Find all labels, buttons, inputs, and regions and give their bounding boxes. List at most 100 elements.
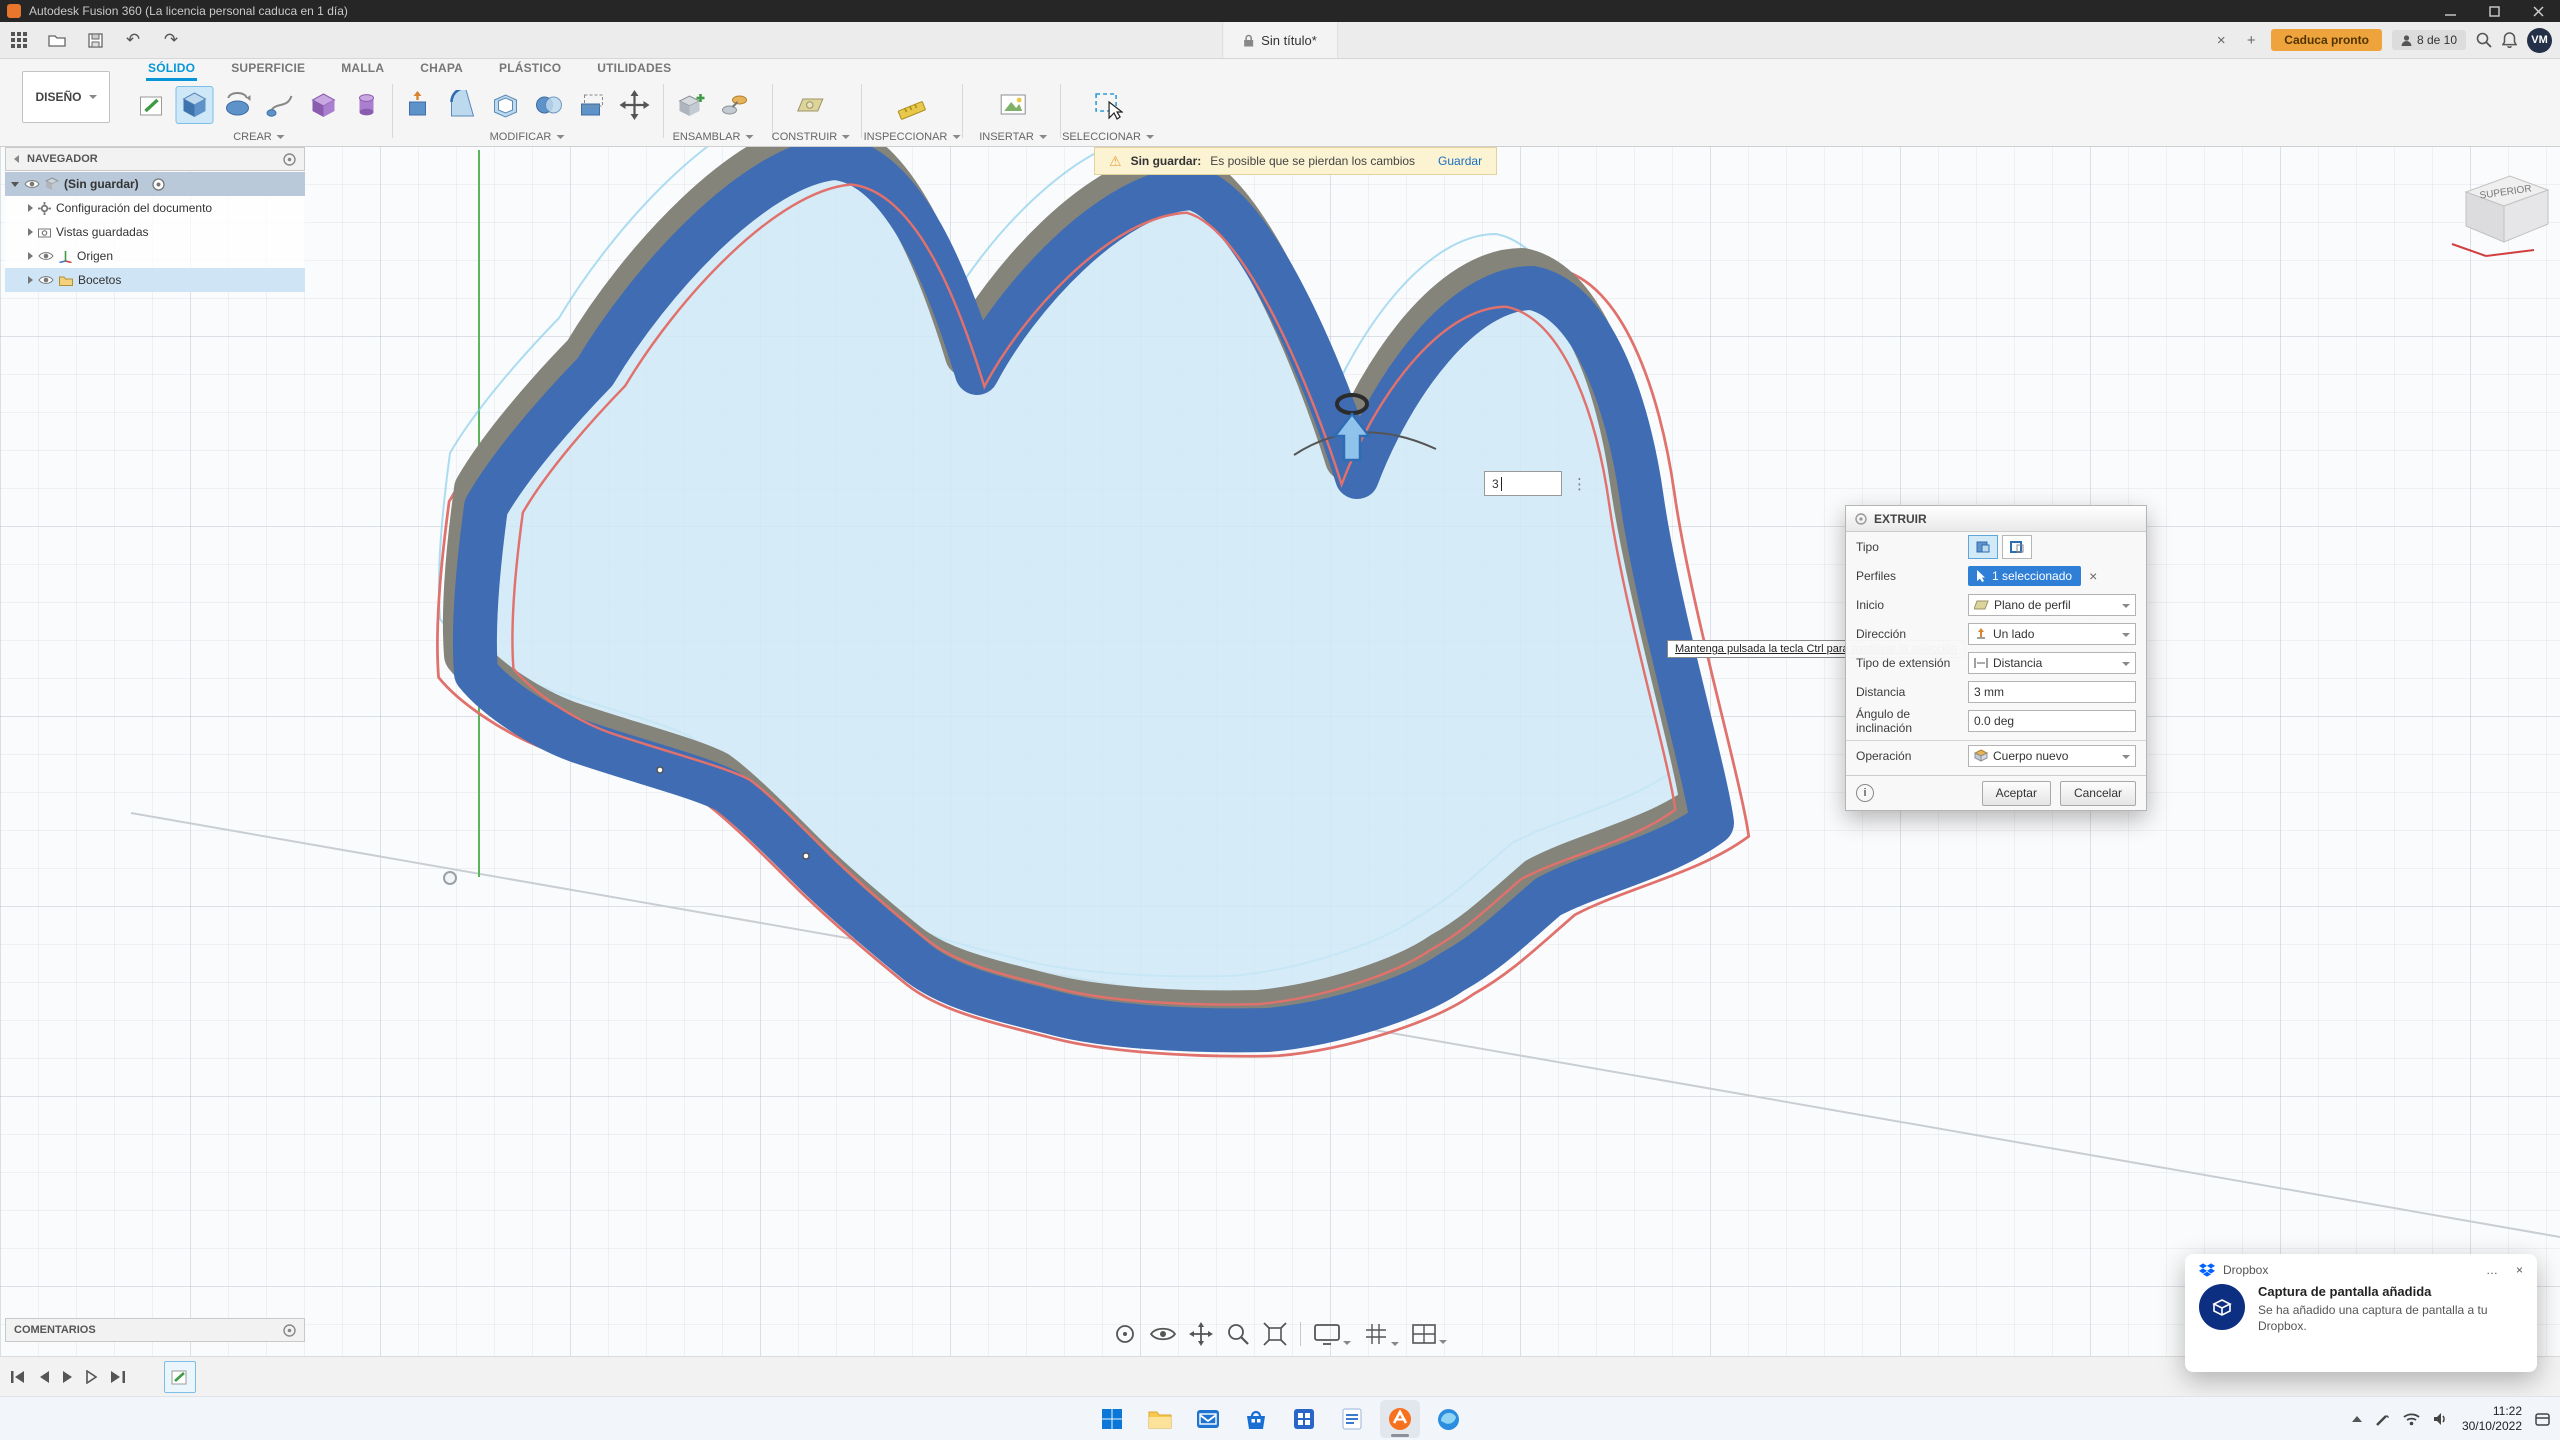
comments-header[interactable]: COMENTARIOS: [5, 1318, 305, 1342]
clear-selection-icon[interactable]: ×: [2089, 568, 2097, 584]
extrude-type-solid-button[interactable]: [1968, 535, 1998, 559]
look-at-icon[interactable]: [1150, 1325, 1176, 1343]
sketch-point[interactable]: [657, 767, 663, 773]
maximize-button[interactable]: [2472, 0, 2516, 22]
dropbox-notification[interactable]: Dropbox … × Captura de pantalla añadida …: [2185, 1254, 2537, 1372]
group-label-modificar[interactable]: MODIFICAR: [490, 131, 565, 143]
save-icon[interactable]: [81, 26, 109, 54]
document-tab[interactable]: Sin título*: [1222, 22, 1338, 58]
tab-chapa[interactable]: CHAPA: [418, 58, 465, 81]
timeline-sketch-feature[interactable]: [164, 1361, 196, 1393]
group-label-inspeccionar[interactable]: INSPECCIONAR: [864, 131, 961, 143]
quota-badge[interactable]: 8 de 10: [2392, 30, 2466, 50]
revolve-button[interactable]: [219, 86, 257, 124]
box-primitive-button[interactable]: [305, 86, 343, 124]
workspace-selector[interactable]: DISEÑO: [22, 71, 110, 123]
fillet-button[interactable]: [444, 86, 482, 124]
navigator-header[interactable]: NAVEGADOR: [5, 147, 305, 171]
eye-icon[interactable]: [38, 274, 54, 286]
tree-row-origin[interactable]: Origen: [5, 244, 305, 268]
timeline-play-button[interactable]: [62, 1370, 74, 1384]
timeline-step-forward-button[interactable]: [86, 1370, 98, 1384]
save-link[interactable]: Guardar: [1438, 154, 1482, 168]
timeline-skip-end-button[interactable]: [110, 1370, 126, 1384]
extrude-dialog-header[interactable]: EXTRUIR: [1846, 506, 2146, 532]
open-file-icon[interactable]: [43, 26, 71, 54]
group-label-insertar[interactable]: INSERTAR: [979, 131, 1047, 143]
redo-icon[interactable]: ↷: [157, 26, 185, 54]
timeline-skip-start-button[interactable]: [10, 1370, 26, 1384]
distance-input[interactable]: 3 mm: [1968, 681, 2136, 703]
tree-row-document[interactable]: (Sin guardar): [5, 172, 305, 196]
volume-icon[interactable]: [2433, 1412, 2449, 1426]
tab-malla[interactable]: MALLA: [339, 58, 386, 81]
expander-icon[interactable]: [28, 228, 33, 236]
office-app-icon[interactable]: [1284, 1400, 1324, 1438]
cancel-button[interactable]: Cancelar: [2060, 781, 2136, 806]
group-label-seleccionar[interactable]: SELECCIONAR: [1062, 131, 1154, 143]
eye-icon[interactable]: [38, 250, 54, 262]
wifi-icon[interactable]: [2403, 1413, 2420, 1426]
group-label-ensamblar[interactable]: ENSAMBLAR: [673, 131, 754, 143]
cylinder-primitive-button[interactable]: [348, 86, 386, 124]
offset-face-button[interactable]: [573, 86, 611, 124]
expander-icon[interactable]: [28, 276, 33, 284]
operation-dropdown[interactable]: Cuerpo nuevo: [1968, 745, 2136, 767]
close-tab-icon[interactable]: ×: [2211, 32, 2231, 49]
display-settings-icon[interactable]: [1314, 1323, 1351, 1345]
distance-value-input[interactable]: 3: [1484, 471, 1562, 496]
taskbar-clock[interactable]: 11:22 30/10/2022: [2462, 1404, 2522, 1434]
tab-utilidades[interactable]: UTILIDADES: [595, 58, 673, 81]
group-label-construir[interactable]: CONSTRUIR: [772, 131, 850, 143]
panel-settings-icon[interactable]: [283, 153, 296, 166]
3d-scene[interactable]: [0, 0, 2560, 1440]
user-avatar[interactable]: VM: [2527, 28, 2552, 53]
toast-more-icon[interactable]: …: [2486, 1263, 2498, 1277]
panel-settings-icon[interactable]: [283, 1324, 296, 1337]
direction-dropdown[interactable]: Un lado: [1968, 623, 2136, 645]
toast-close-icon[interactable]: ×: [2516, 1263, 2523, 1277]
view-cube[interactable]: SUPERIOR: [2438, 152, 2558, 262]
app-grid-icon[interactable]: [5, 26, 33, 54]
input-grip-icon[interactable]: ⋮: [1572, 471, 1587, 496]
notifications-bell-icon[interactable]: [2502, 32, 2517, 48]
file-explorer-icon[interactable]: [1140, 1400, 1180, 1438]
store-app-icon[interactable]: [1236, 1400, 1276, 1438]
press-pull-button[interactable]: [401, 86, 439, 124]
minimize-button[interactable]: [2428, 0, 2472, 22]
measure-button[interactable]: [893, 86, 931, 124]
pen-icon[interactable]: [2375, 1412, 2390, 1427]
tree-row-document-settings[interactable]: Configuración del documento: [5, 196, 305, 220]
fusion-360-taskbar-icon[interactable]: [1380, 1400, 1420, 1438]
search-icon[interactable]: [2476, 32, 2492, 48]
extrude-button[interactable]: [176, 86, 214, 124]
notification-center-icon[interactable]: [2535, 1412, 2550, 1427]
tab-solido[interactable]: SÓLIDO: [146, 58, 197, 81]
close-button[interactable]: [2516, 0, 2560, 22]
create-sketch-button[interactable]: [133, 86, 171, 124]
grid-snap-icon[interactable]: [1364, 1322, 1399, 1346]
hidden-icons-chevron[interactable]: [2352, 1416, 2362, 1422]
group-label-crear[interactable]: CREAR: [233, 131, 285, 143]
fit-icon[interactable]: [1263, 1322, 1287, 1346]
new-tab-icon[interactable]: +: [2241, 32, 2261, 49]
taper-angle-input[interactable]: 0.0 deg: [1968, 710, 2136, 732]
info-icon[interactable]: i: [1856, 784, 1874, 802]
shell-button[interactable]: [487, 86, 525, 124]
construction-plane-button[interactable]: [792, 86, 830, 124]
pan-icon[interactable]: [1189, 1322, 1213, 1346]
tree-row-sketches[interactable]: Bocetos: [5, 268, 305, 292]
zoom-icon[interactable]: [1226, 1322, 1250, 1346]
tree-row-named-views[interactable]: Vistas guardadas: [5, 220, 305, 244]
edge-browser-icon[interactable]: [1428, 1400, 1468, 1438]
new-component-button[interactable]: [673, 86, 711, 124]
undo-icon[interactable]: ↶: [119, 26, 147, 54]
tab-plastico[interactable]: PLÁSTICO: [497, 58, 563, 81]
extent-type-dropdown[interactable]: Distancia: [1968, 652, 2136, 674]
sweep-button[interactable]: [262, 86, 300, 124]
eye-icon[interactable]: [24, 178, 40, 190]
start-button[interactable]: [1092, 1400, 1132, 1438]
document-app-icon[interactable]: [1332, 1400, 1372, 1438]
sketch-point[interactable]: [803, 853, 809, 859]
move-copy-button[interactable]: [616, 86, 654, 124]
